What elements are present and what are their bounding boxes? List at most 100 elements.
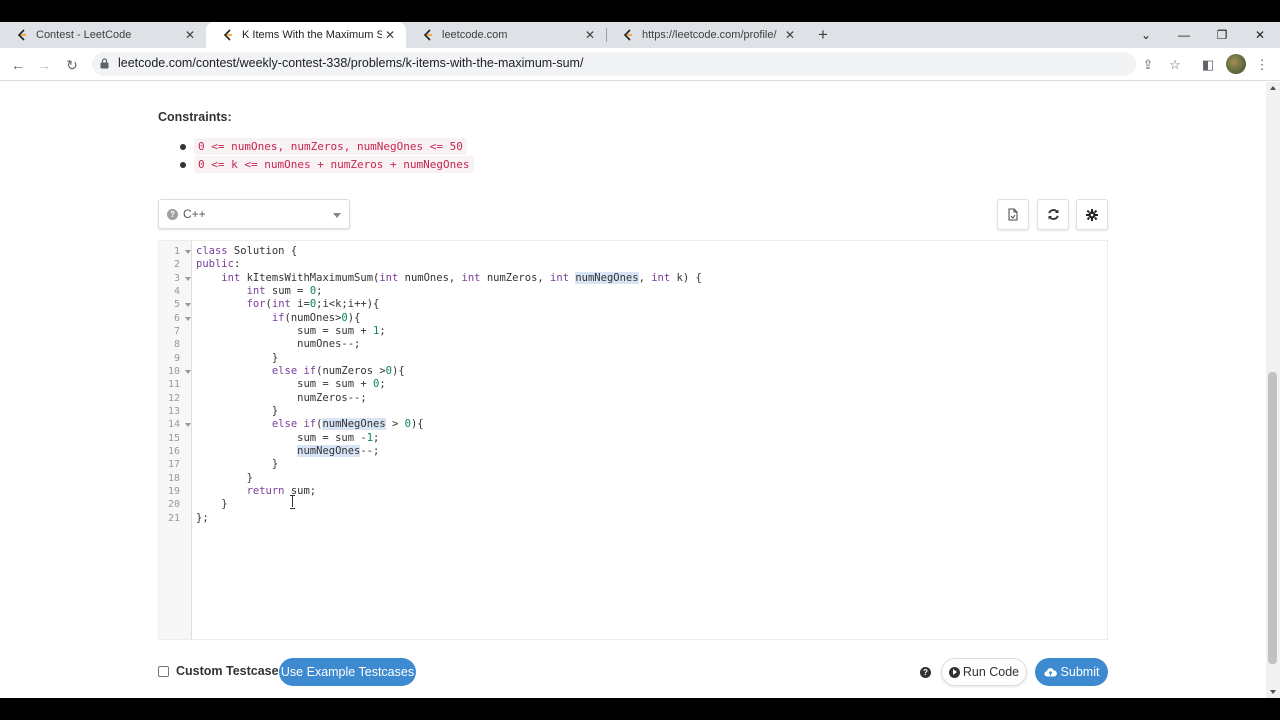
refresh-icon <box>1047 209 1059 220</box>
address-toolbar: ← → ↻ leetcode.com/contest/weekly-contes… <box>0 48 1280 81</box>
use-example-testcases-button[interactable]: Use Example Testcases <box>279 658 416 686</box>
line-number-gutter: 1 2 3 4 5 6 7 8 9 10 11 12 13 14 15 16 17 18 19 20 21 <box>159 241 192 639</box>
code-line[interactable]: int sum = 0; <box>196 285 323 298</box>
submit-button[interactable]: Submit <box>1035 658 1108 686</box>
tab-strip: Contest - LeetCode ✕ K Items With the Ma… <box>0 22 1280 48</box>
reference-document-button[interactable] <box>997 199 1029 230</box>
line-number: 18 <box>167 473 180 484</box>
line-number: 16 <box>167 446 180 457</box>
code-line[interactable]: sum = sum + 1; <box>196 325 386 338</box>
tab-profile[interactable]: https://leetcode.com/profile/ ✕ <box>606 22 806 48</box>
constraint-code: 0 <= k <= numOnes + numZeros + numNegOne… <box>194 156 474 173</box>
code-editor[interactable]: 1 2 3 4 5 6 7 8 9 10 11 12 13 14 15 16 17 18 19 20 21 class … <box>158 240 1108 640</box>
reset-code-button[interactable] <box>1037 199 1069 230</box>
submit-label: Submit <box>1060 665 1100 679</box>
profile-avatar[interactable] <box>1226 54 1246 74</box>
new-tab-plus-icon[interactable]: + <box>814 26 832 44</box>
code-line[interactable]: } <box>196 458 278 471</box>
code-line[interactable]: } <box>196 352 278 365</box>
constraint-code: 0 <= numOnes, numZeros, numNegOnes <= 50 <box>194 138 467 155</box>
close-icon[interactable]: ✕ <box>382 28 398 42</box>
play-icon <box>948 666 960 678</box>
minimize-icon[interactable]: — <box>1165 22 1203 48</box>
line-number: 1 <box>173 246 180 257</box>
scroll-down-arrow-icon[interactable] <box>1270 690 1276 694</box>
line-number: 5 <box>173 299 180 310</box>
top-black-bar <box>0 0 1280 22</box>
custom-testcase-checkbox[interactable] <box>158 666 169 677</box>
fold-arrow-icon[interactable] <box>185 277 191 281</box>
fold-arrow-icon[interactable] <box>185 423 191 427</box>
code-line[interactable]: numZeros--; <box>196 392 367 405</box>
close-icon[interactable]: ✕ <box>182 28 198 42</box>
leetcode-favicon-icon <box>223 29 232 41</box>
scroll-thumb[interactable] <box>1268 372 1277 664</box>
language-select[interactable]: ? C++ <box>158 199 350 229</box>
line-number: 13 <box>167 406 180 417</box>
forward-arrow-icon[interactable]: → <box>33 54 55 76</box>
reload-icon[interactable]: ↻ <box>61 54 83 76</box>
editor-settings-button[interactable] <box>1076 199 1108 230</box>
code-line[interactable]: int kItemsWithMaximumSum(int numOnes, in… <box>196 272 702 285</box>
side-panel-icon[interactable]: ◧ <box>1198 55 1218 75</box>
language-value: C++ <box>183 207 206 221</box>
code-line[interactable]: return sum; <box>196 485 317 498</box>
tab-title: leetcode.com <box>442 29 508 41</box>
code-line[interactable]: sum = sum + 0; <box>196 378 386 391</box>
fold-arrow-icon[interactable] <box>185 370 191 374</box>
constraint-item: 0 <= k <= numOnes + numZeros + numNegOne… <box>180 156 474 173</box>
line-number: 6 <box>173 313 180 324</box>
chevron-down-icon <box>333 213 341 218</box>
omnibox[interactable]: leetcode.com/contest/weekly-contest-338/… <box>92 52 1136 76</box>
tab-title: K Items With the Maximum Sum <box>242 29 382 41</box>
code-line[interactable]: numOnes--; <box>196 338 360 351</box>
fold-arrow-icon[interactable] <box>185 317 191 321</box>
scroll-up-arrow-icon[interactable] <box>1270 86 1276 90</box>
line-number: 21 <box>167 513 180 524</box>
more-menu-icon[interactable]: ⋮ <box>1252 55 1272 75</box>
code-line[interactable]: for(int i=0;i<k;i++){ <box>196 298 380 311</box>
back-arrow-icon[interactable]: ← <box>7 54 29 76</box>
code-line[interactable]: } <box>196 405 278 418</box>
tab-contest[interactable]: Contest - LeetCode ✕ <box>0 22 206 48</box>
tab-title: https://leetcode.com/profile/ <box>642 29 777 41</box>
fold-arrow-icon[interactable] <box>185 303 191 307</box>
code-line[interactable]: } <box>196 498 227 511</box>
tab-k-items[interactable]: K Items With the Maximum Sum ✕ <box>206 22 406 48</box>
code-line[interactable]: else if(numNegOnes > 0){ <box>196 418 424 431</box>
share-icon[interactable]: ⇪ <box>1138 55 1158 75</box>
close-icon[interactable]: ✕ <box>582 28 598 42</box>
fold-arrow-icon[interactable] <box>185 250 191 254</box>
code-line[interactable]: numNegOnes--; <box>196 445 379 458</box>
code-line[interactable]: if(numOnes>0){ <box>196 312 361 325</box>
bookmark-star-icon[interactable]: ☆ <box>1165 55 1185 75</box>
line-number: 9 <box>173 353 180 364</box>
line-number: 17 <box>167 459 180 470</box>
tab-leetcode-home[interactable]: leetcode.com ✕ <box>406 22 606 48</box>
bullet <box>180 144 186 150</box>
tab-search-chevron-icon[interactable]: ⌄ <box>1127 22 1165 48</box>
custom-testcase-label: Custom Testcase <box>176 664 279 678</box>
code-line[interactable]: sum = sum -1; <box>196 432 379 445</box>
bottom-black-bar <box>0 698 1280 720</box>
code-line[interactable]: else if(numZeros >0){ <box>196 365 405 378</box>
close-icon[interactable]: ✕ <box>782 28 798 42</box>
window-close-icon[interactable]: ✕ <box>1241 22 1279 48</box>
url-text: leetcode.com/contest/weekly-contest-338/… <box>118 56 584 70</box>
tab-title: Contest - LeetCode <box>36 29 132 41</box>
code-line[interactable]: } <box>196 472 253 485</box>
code-line[interactable]: public: <box>196 258 240 271</box>
lock-icon <box>100 58 109 69</box>
bullet <box>180 162 186 168</box>
help-icon[interactable]: ? <box>167 209 178 220</box>
line-number: 11 <box>167 379 180 390</box>
code-line[interactable]: class Solution { <box>196 245 297 258</box>
page-scrollbar[interactable] <box>1266 82 1280 698</box>
line-number: 20 <box>167 499 180 510</box>
code-line[interactable]: }; <box>196 512 209 525</box>
run-code-button[interactable]: Run Code <box>941 658 1027 686</box>
maximize-icon[interactable]: ❐ <box>1203 22 1241 48</box>
document-icon <box>1008 208 1018 221</box>
line-number: 3 <box>173 273 180 284</box>
help-icon[interactable]: ? <box>920 667 931 678</box>
